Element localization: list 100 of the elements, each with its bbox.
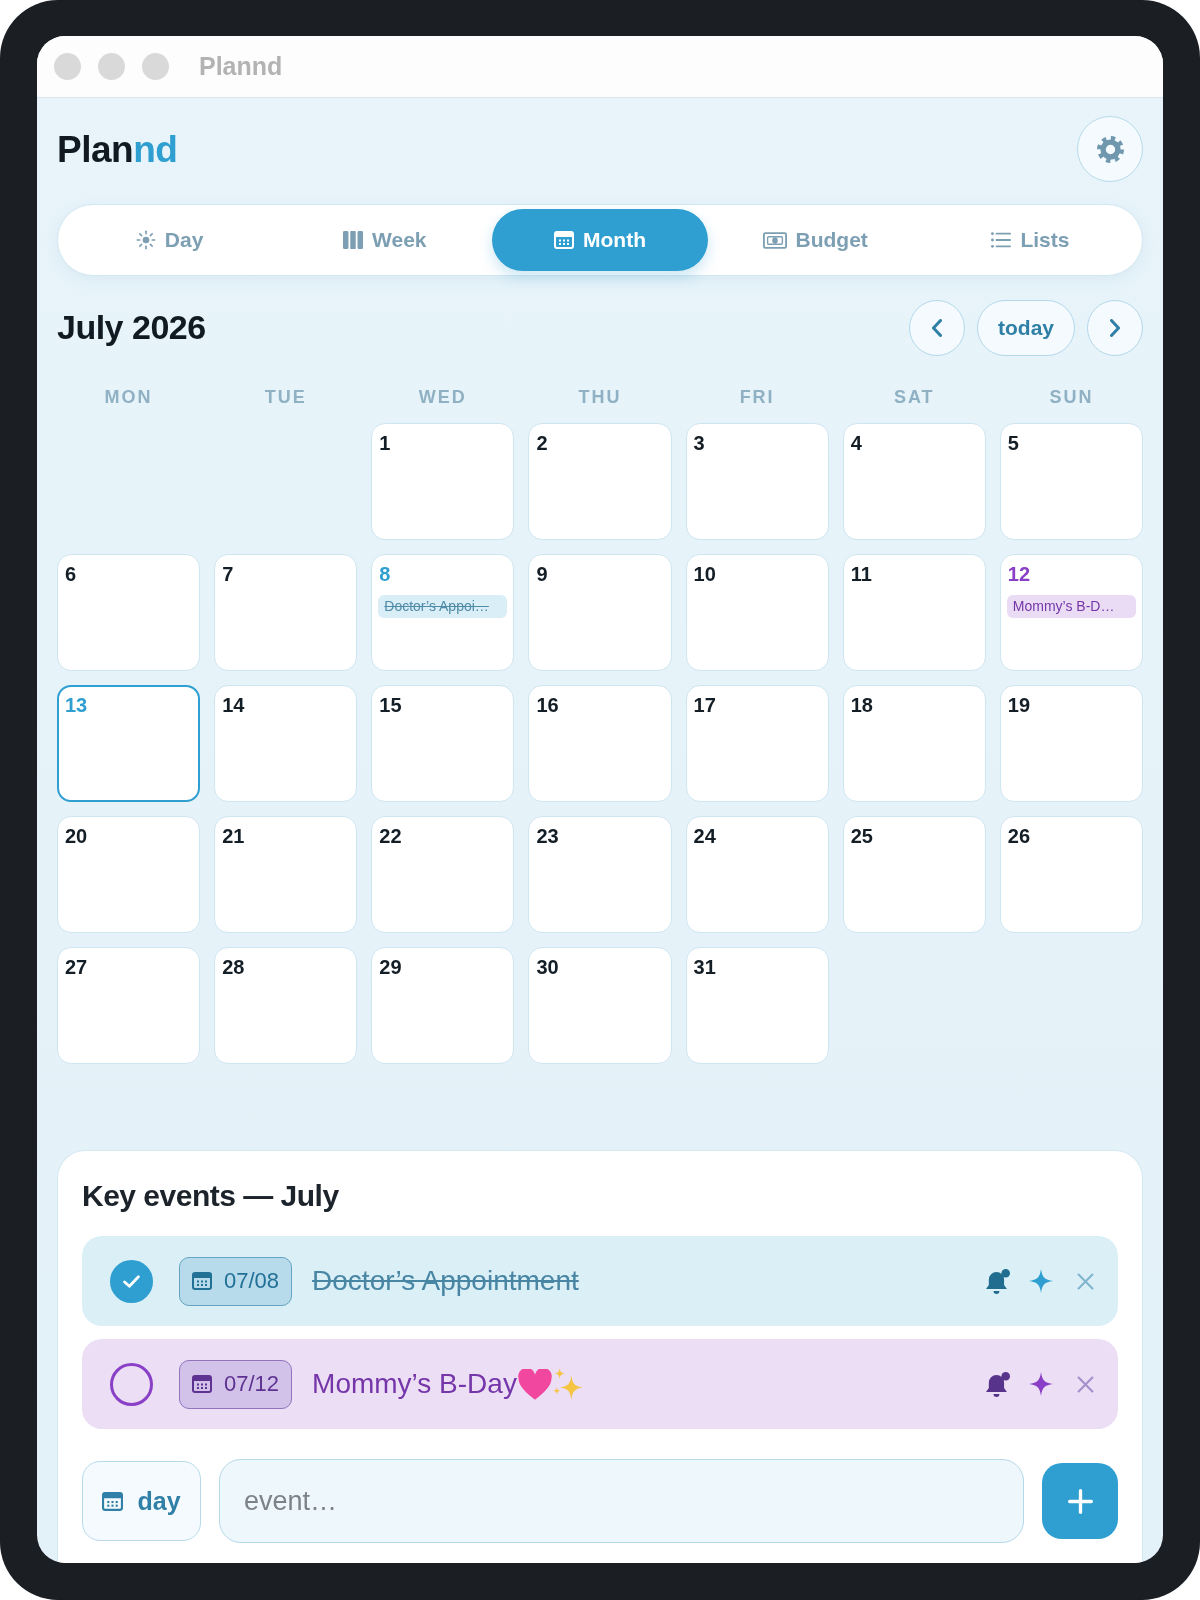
calendar-icon (554, 230, 574, 250)
day-number: 9 (535, 562, 548, 586)
day-number: 21 (221, 824, 245, 848)
weekday-label: MON (103, 386, 154, 409)
day-number: 18 (849, 693, 873, 717)
day-number: 20 (64, 824, 88, 848)
calendar-icon (192, 1271, 212, 1291)
day-number: 8 (378, 562, 391, 586)
sun-icon (135, 230, 156, 250)
day-number: 14 (221, 693, 245, 717)
day-cell[interactable]: 16 (528, 685, 672, 802)
window-control-icon[interactable] (98, 53, 125, 80)
day-number: 11 (849, 562, 872, 586)
day-cell[interactable]: 31 (685, 947, 829, 1064)
list-icon (991, 230, 1012, 250)
day-cell[interactable]: 22 (371, 816, 515, 933)
weekday-label: SAT (892, 386, 936, 409)
day-number: 26 (1006, 824, 1031, 848)
checkbox[interactable] (110, 1259, 153, 1303)
close-icon[interactable] (1077, 1375, 1094, 1393)
day-cell[interactable]: 18 (842, 685, 986, 802)
heart-icon (516, 1368, 553, 1400)
day-cell[interactable]: 2 (528, 423, 672, 540)
add-button[interactable] (1042, 1463, 1118, 1539)
day-cell[interactable]: 30 (528, 947, 672, 1064)
day-cell[interactable]: 17 (685, 685, 829, 802)
sparkle-icon[interactable] (1029, 1372, 1053, 1396)
day-number: 3 (692, 431, 705, 455)
day-number: 7 (221, 562, 234, 586)
day-cell[interactable]: 6 (57, 554, 201, 671)
day-cell[interactable]: 24 (685, 816, 829, 933)
day-cell[interactable]: 1 (371, 423, 515, 540)
window-title: Plannd (199, 52, 283, 81)
day-number: 23 (535, 824, 559, 848)
day-cell[interactable]: 19 (999, 685, 1143, 802)
today-button[interactable]: today (977, 299, 1075, 356)
app-logo: Plannd (57, 130, 178, 168)
day-cell[interactable]: 15 (371, 685, 515, 802)
calendar-icon (102, 1490, 124, 1512)
day-cell[interactable]: 26 (999, 816, 1143, 933)
day-number: 30 (535, 955, 559, 979)
settings-icon (1096, 135, 1124, 163)
window-control-icon[interactable] (142, 53, 169, 80)
day-cell[interactable]: 10 (685, 554, 829, 671)
day-cell[interactable]: 3 (685, 423, 829, 540)
weekday-label: SUN (1048, 386, 1095, 409)
day-cell[interactable]: 7 (214, 554, 358, 671)
day-number: 22 (378, 824, 402, 848)
day-cell[interactable]: 11 (842, 554, 986, 671)
date-button[interactable]: 07/12 (179, 1359, 293, 1409)
day-cell[interactable]: 9 (528, 554, 672, 671)
day-cell[interactable]: 21 (214, 816, 358, 933)
check-icon (123, 1274, 140, 1288)
weekday-label: FRI (738, 386, 776, 409)
bell-icon[interactable] (986, 1371, 1010, 1397)
banknote-icon (762, 231, 787, 249)
day-cell[interactable]: 28 (214, 947, 358, 1064)
day-cell[interactable]: 14 (214, 685, 358, 802)
day-cell[interactable]: 27 (57, 947, 201, 1064)
weekday-label: TUE (263, 386, 308, 409)
day-picker-button[interactable]: day (82, 1461, 201, 1541)
day-number: 27 (64, 955, 88, 979)
date-button[interactable]: 07/08 (179, 1256, 293, 1306)
day-cell[interactable]: 20 (57, 816, 201, 933)
day-number: 6 (64, 562, 77, 586)
checkbox[interactable] (110, 1362, 153, 1406)
day-cell[interactable]: 5 (999, 423, 1143, 540)
sparkles-icon (552, 1368, 583, 1400)
day-number: 13 (64, 693, 88, 717)
day-number: 5 (1006, 431, 1019, 455)
day-number: 24 (692, 824, 716, 848)
close-icon[interactable] (1077, 1272, 1094, 1290)
day-cell[interactable]: 29 (371, 947, 515, 1064)
day-number: 1 (378, 431, 391, 455)
day-cell[interactable]: 12 Mommy’s B-D… (999, 554, 1143, 671)
sparkle-icon[interactable] (1029, 1269, 1053, 1293)
day-cell[interactable]: 25 (842, 816, 986, 933)
day-cell[interactable]: 4 (842, 423, 986, 540)
day-number: 17 (692, 693, 716, 717)
day-number: 29 (378, 955, 402, 979)
chevron-right-icon (1110, 318, 1120, 337)
day-cell[interactable]: 23 (528, 816, 672, 933)
plus-icon (1067, 1488, 1093, 1514)
day-number: 4 (849, 431, 862, 455)
chevron-left-icon (932, 318, 942, 337)
day-number: 2 (535, 431, 548, 455)
day-number: 10 (692, 562, 716, 586)
day-number: 12 (1006, 562, 1031, 586)
calendar-icon (192, 1374, 212, 1394)
day-number: 16 (535, 693, 559, 717)
event-title: Doctor’s Appointment (312, 1265, 579, 1297)
columns-icon (343, 230, 364, 250)
weekday-label: WED (417, 386, 468, 409)
day-number: 19 (1006, 693, 1031, 717)
bell-icon[interactable] (986, 1268, 1010, 1294)
weekday-label: THU (577, 386, 623, 409)
window-control-icon[interactable] (54, 53, 81, 80)
event-input[interactable]: event… (219, 1459, 1024, 1543)
event-chip[interactable]: Mommy’s B-D… (1006, 595, 1136, 618)
day-number: 31 (692, 955, 716, 979)
